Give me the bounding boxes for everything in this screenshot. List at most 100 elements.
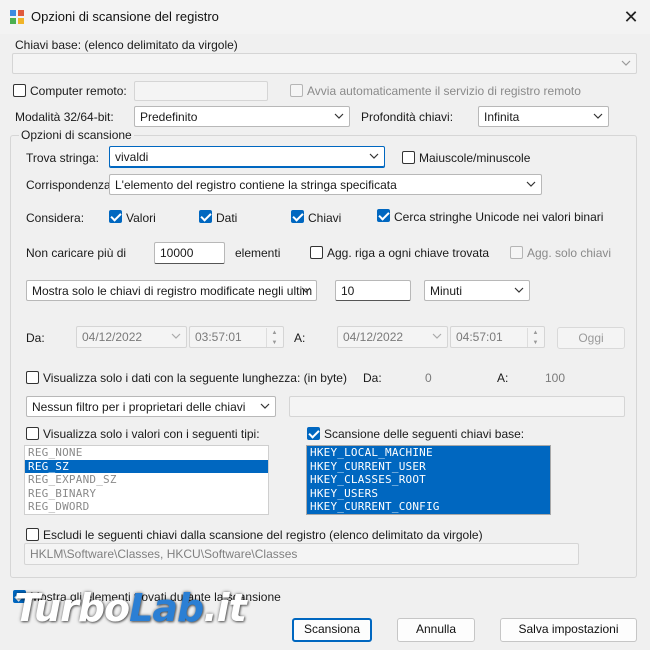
length-from-input[interactable]: 0 — [419, 367, 489, 387]
from-date-value: 04/12/2022 — [82, 330, 143, 344]
add-row-checkbox[interactable] — [310, 246, 323, 259]
to-time-spinner[interactable]: ▲ ▼ — [527, 328, 543, 347]
to-date-picker[interactable]: 04/12/2022 — [337, 326, 448, 348]
chevron-down-icon — [301, 287, 311, 293]
find-string-value: vivaldi — [115, 150, 149, 164]
from-time-input[interactable]: 03:57:01 ▲ ▼ — [189, 326, 284, 348]
add-row-label: Agg. riga a ogni chiave trovata — [327, 246, 490, 260]
from-time-spinner[interactable]: ▲ ▼ — [266, 328, 282, 347]
add-keys-only-checkbox[interactable] — [510, 246, 523, 259]
length-filter-label: Visualizza solo i dati con la seguente l… — [43, 371, 347, 385]
modified-unit-select[interactable]: Minuti — [424, 280, 530, 301]
today-button[interactable]: Oggi — [557, 327, 625, 349]
consider-label: Considera: — [26, 211, 85, 225]
length-to-label: A: — [497, 371, 509, 385]
data-checkbox[interactable] — [199, 210, 212, 223]
find-string-label: Trova stringa: — [26, 151, 99, 165]
find-string-input[interactable]: vivaldi — [109, 146, 385, 168]
show-found-items-label: Mostra gli elementi trovati durante la s… — [30, 590, 281, 604]
case-sensitive-label: Maiuscole/minuscole — [419, 151, 531, 165]
mode-select[interactable]: Predefinito — [134, 106, 350, 127]
list-item[interactable]: HKEY_CURRENT_USER — [307, 459, 550, 473]
cancel-button[interactable]: Annulla — [397, 618, 475, 642]
save-settings-button[interactable]: Salva impostazioni — [500, 618, 637, 642]
scan-keys-listbox[interactable]: HKEY_LOCAL_MACHINE HKEY_CURRENT_USER HKE… — [306, 445, 551, 515]
scan-button[interactable]: Scansiona — [292, 618, 372, 642]
range-from-label: Da: — [26, 331, 45, 345]
scan-base-keys-label: Scansione delle seguenti chiavi base: — [324, 427, 525, 441]
list-item[interactable]: REG_DWORD — [25, 500, 268, 514]
mode-label: Modalità 32/64-bit: — [15, 110, 114, 124]
chevron-down-icon — [593, 113, 603, 119]
from-time-value: 03:57:01 — [195, 330, 242, 344]
list-item[interactable]: REG_SZ — [25, 459, 268, 473]
match-select[interactable]: L'elemento del registro contiene la stri… — [109, 174, 542, 195]
limit-input[interactable]: 10000 — [154, 242, 225, 264]
chevron-down-icon — [526, 181, 536, 187]
owner-filter-input[interactable] — [289, 396, 625, 417]
chevron-down-icon — [369, 153, 379, 159]
show-found-items-checkbox[interactable] — [13, 590, 26, 603]
to-date-value: 04/12/2022 — [343, 330, 404, 344]
owner-filter-value: Nessun filtro per i proprietari delle ch… — [32, 400, 246, 414]
list-item[interactable]: HKEY_CLASSES_ROOT — [307, 473, 550, 487]
from-date-picker[interactable]: 04/12/2022 — [76, 326, 187, 348]
spin-down-icon[interactable]: ▼ — [267, 338, 282, 347]
chevron-down-icon — [621, 60, 631, 66]
range-to-label: A: — [294, 331, 306, 345]
length-filter-checkbox[interactable] — [26, 371, 39, 384]
types-filter-checkbox[interactable] — [26, 427, 39, 440]
data-label: Dati — [216, 211, 238, 225]
unicode-search-checkbox[interactable] — [377, 209, 390, 222]
list-item[interactable]: HKEY_USERS — [307, 486, 550, 500]
values-checkbox[interactable] — [109, 210, 122, 223]
exclude-keys-label: Escludi le seguenti chiavi dalla scansio… — [43, 528, 483, 542]
remote-computer-label: Computer remoto: — [30, 84, 127, 98]
list-item[interactable]: HKEY_CURRENT_CONFIG — [307, 500, 550, 514]
scan-options-title: Opzioni di scansione — [19, 128, 134, 142]
remote-computer-input[interactable] — [134, 81, 268, 101]
spin-up-icon[interactable]: ▲ — [528, 328, 543, 338]
chevron-down-icon — [334, 113, 344, 119]
spin-up-icon[interactable]: ▲ — [267, 328, 282, 338]
chevron-down-icon — [514, 287, 524, 293]
depth-select[interactable]: Infinita — [478, 106, 609, 127]
window-title: Opzioni di scansione del registro — [31, 9, 219, 24]
modified-filter-value: Mostra solo le chiavi di registro modifi… — [32, 284, 313, 298]
close-icon[interactable]: ✕ — [620, 6, 642, 28]
types-listbox[interactable]: REG_NONE REG_SZ REG_EXPAND_SZ REG_BINARY… — [24, 445, 269, 515]
scan-base-keys-checkbox[interactable] — [307, 427, 320, 440]
list-item[interactable]: REG_EXPAND_SZ — [25, 473, 268, 487]
list-item[interactable]: REG_NONE — [25, 446, 268, 460]
chevron-down-icon — [260, 403, 270, 409]
spin-down-icon[interactable]: ▼ — [528, 338, 543, 347]
values-label: Valori — [126, 211, 156, 225]
modified-amount-input[interactable]: 10 — [335, 280, 411, 301]
list-item[interactable]: REG_BINARY — [25, 487, 268, 501]
base-keys-combo[interactable] — [12, 53, 637, 74]
auto-start-remote-service-label: Avvia automaticamente il servizio di reg… — [307, 84, 581, 98]
chevron-down-icon — [171, 333, 181, 339]
list-item[interactable]: HKEY_LOCAL_MACHINE — [307, 446, 550, 460]
to-time-value: 04:57:01 — [456, 330, 503, 344]
match-label: Corrispondenza: — [26, 178, 115, 192]
auto-start-remote-service-checkbox[interactable] — [290, 84, 303, 97]
types-filter-label: Visualizza solo i valori con i seguenti … — [43, 427, 260, 441]
limit-unit-label: elementi — [235, 246, 281, 260]
exclude-keys-input[interactable]: HKLM\Software\Classes, HKCU\Software\Cla… — [24, 543, 579, 565]
modified-unit-value: Minuti — [430, 284, 463, 298]
length-from-label: Da: — [363, 371, 382, 385]
keys-label: Chiavi — [308, 211, 342, 225]
length-to-input[interactable]: 100 — [539, 367, 609, 387]
mode-value: Predefinito — [140, 110, 198, 124]
case-sensitive-checkbox[interactable] — [402, 151, 415, 164]
to-time-input[interactable]: 04:57:01 ▲ ▼ — [450, 326, 545, 348]
exclude-keys-checkbox[interactable] — [26, 528, 39, 541]
depth-value: Infinita — [484, 110, 520, 124]
limit-label: Non caricare più di — [26, 246, 127, 260]
owner-filter-select[interactable]: Nessun filtro per i proprietari delle ch… — [26, 396, 276, 417]
keys-checkbox[interactable] — [291, 210, 304, 223]
remote-computer-checkbox[interactable] — [13, 84, 26, 97]
depth-label: Profondità chiavi: — [361, 110, 454, 124]
modified-filter-select[interactable]: Mostra solo le chiavi di registro modifi… — [26, 280, 317, 301]
